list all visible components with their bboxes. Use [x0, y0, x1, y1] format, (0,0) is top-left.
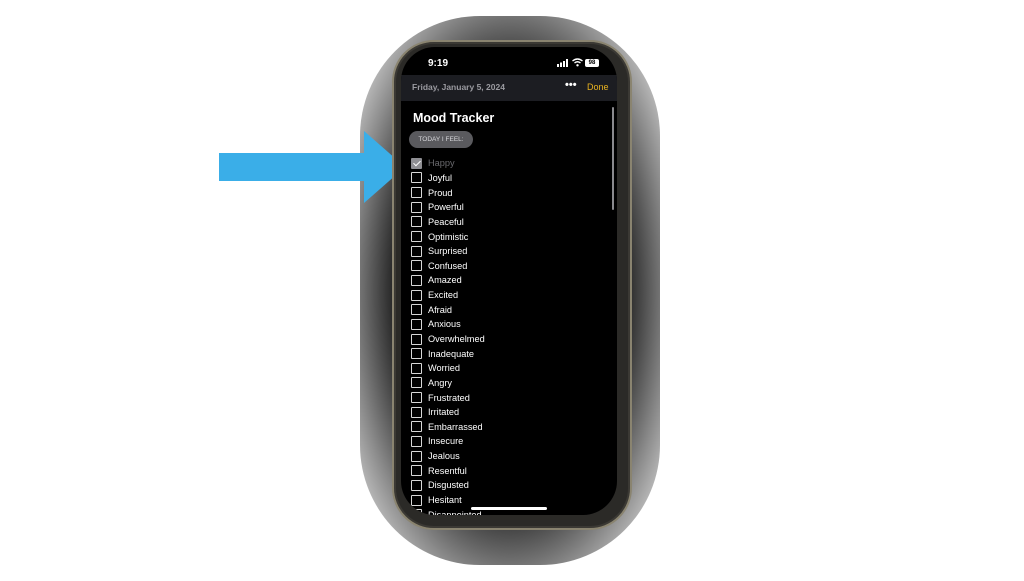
checkbox[interactable] — [411, 304, 422, 316]
scrollbar[interactable] — [612, 107, 614, 210]
mood-label: Frustrated — [428, 392, 470, 403]
mood-item[interactable]: Disgusted — [411, 478, 485, 493]
mood-item[interactable]: Irritated — [411, 405, 485, 420]
mood-label: Afraid — [428, 304, 453, 315]
checkbox[interactable] — [411, 216, 422, 228]
checkbox[interactable] — [411, 377, 422, 389]
checkbox[interactable] — [411, 231, 422, 243]
mood-label: Anxious — [428, 319, 461, 330]
checkbox-checked[interactable] — [411, 157, 422, 169]
mood-item[interactable]: Anxious — [411, 317, 485, 332]
checkbox[interactable] — [411, 187, 422, 199]
mood-label: Resentful — [428, 465, 467, 476]
mood-item[interactable]: Powerful — [411, 200, 485, 215]
checkbox[interactable] — [411, 509, 422, 515]
checkbox[interactable] — [411, 318, 422, 330]
page-title: Mood Tracker — [413, 111, 495, 125]
mood-label: Overwhelmed — [428, 334, 485, 344]
checkbox[interactable] — [411, 362, 422, 374]
mood-item[interactable]: Surprised — [411, 244, 485, 259]
checkbox[interactable] — [411, 465, 422, 477]
cellular-signal-icon — [557, 59, 568, 67]
checkbox[interactable] — [411, 435, 422, 447]
checkbox[interactable] — [411, 333, 422, 345]
entry-date: Friday, January 5, 2024 — [412, 82, 505, 92]
mood-label: Irritated — [428, 407, 460, 418]
mood-item[interactable]: Hesitant — [411, 493, 485, 508]
mood-label: Confused — [428, 260, 468, 271]
mood-label: Inadequate — [428, 348, 474, 359]
mood-item[interactable]: Optimistic — [411, 229, 485, 244]
mood-item[interactable]: Inadequate — [411, 346, 485, 361]
checkbox[interactable] — [411, 289, 422, 301]
checkbox[interactable] — [411, 392, 422, 404]
mood-item[interactable]: Afraid — [411, 302, 485, 317]
mood-label: Embarrassed — [428, 421, 483, 432]
done-button[interactable]: Done — [587, 82, 609, 92]
checkbox[interactable] — [411, 479, 422, 491]
mood-label: Insecure — [428, 436, 464, 447]
mood-label: Jealous — [428, 451, 460, 462]
more-options-icon[interactable]: ••• — [565, 79, 577, 91]
mood-item[interactable]: Embarrassed — [411, 420, 485, 435]
mood-item[interactable]: Worried — [411, 361, 485, 376]
mood-label: Peaceful — [428, 216, 464, 227]
checkbox[interactable] — [411, 348, 422, 360]
mood-item[interactable]: Confused — [411, 258, 485, 273]
checkbox[interactable] — [411, 172, 422, 184]
wifi-icon — [572, 58, 583, 67]
mood-label: Happy — [428, 158, 455, 169]
checkbox[interactable] — [411, 406, 422, 418]
mood-label: Worried — [428, 363, 460, 374]
arrow-icon — [219, 131, 405, 203]
mood-checklist: Happy Joyful Proud Powerful Peaceful Optimist… — [411, 156, 485, 515]
battery-icon: 98 — [585, 59, 599, 67]
mood-label: Excited — [428, 290, 459, 301]
today-i-feel-button[interactable]: TODAY I FEEL: — [409, 131, 473, 148]
mood-label: Hesitant — [428, 495, 462, 506]
mood-item[interactable]: Frustrated — [411, 390, 485, 405]
mood-item[interactable]: Amazed — [411, 273, 485, 288]
mood-label: Angry — [428, 377, 453, 388]
mood-label: Disgusted — [428, 480, 469, 491]
checkbox[interactable] — [411, 450, 422, 462]
nav-bar: Friday, January 5, 2024 ••• Done — [401, 75, 617, 101]
mood-item[interactable]: Proud — [411, 185, 485, 200]
mood-label: Proud — [428, 187, 453, 198]
checkbox[interactable] — [411, 421, 422, 433]
mood-item[interactable]: Overwhelmed — [411, 332, 485, 347]
mood-label: Disappointed — [428, 509, 482, 515]
mood-item[interactable]: Joyful — [411, 171, 485, 186]
mood-item[interactable]: Peaceful — [411, 215, 485, 230]
checkbox[interactable] — [411, 260, 422, 272]
mood-label: Joyful — [428, 172, 453, 183]
phone-screen: 9:19 98 Friday, January 5, 2024 ••• Done… — [401, 47, 617, 515]
status-time: 9:19 — [428, 58, 449, 69]
mood-item[interactable]: Angry — [411, 376, 485, 391]
checkbox[interactable] — [411, 201, 422, 213]
home-indicator[interactable] — [471, 507, 547, 510]
mood-item[interactable]: Excited — [411, 288, 485, 303]
mood-item[interactable]: Insecure — [411, 434, 485, 449]
mood-item[interactable]: Jealous — [411, 449, 485, 464]
mood-label: Surprised — [428, 246, 468, 257]
mood-label: Optimistic — [428, 231, 469, 242]
mood-item[interactable]: Happy — [411, 156, 485, 171]
mood-label: Powerful — [428, 202, 464, 213]
checkbox[interactable] — [411, 494, 422, 506]
mood-item[interactable]: Resentful — [411, 463, 485, 478]
mood-label: Amazed — [428, 275, 462, 286]
checkbox[interactable] — [411, 274, 422, 286]
checkbox[interactable] — [411, 245, 422, 257]
